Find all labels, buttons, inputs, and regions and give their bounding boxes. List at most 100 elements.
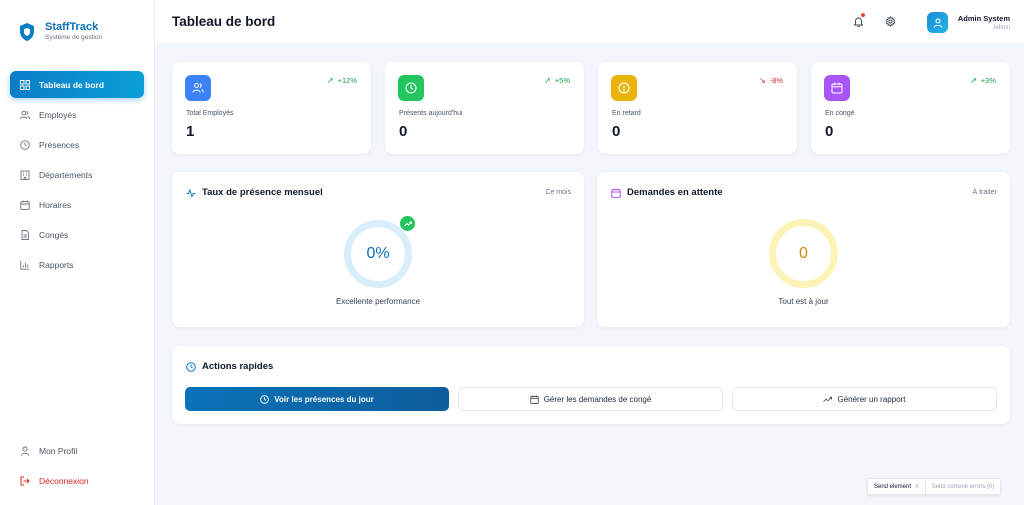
sidebar-bottom: Mon Profil Déconnexion bbox=[10, 437, 144, 497]
document-icon bbox=[21, 229, 29, 240]
sidebar-item-logout[interactable]: Déconnexion bbox=[10, 467, 144, 494]
topbar-icons bbox=[853, 13, 917, 28]
brand-subtitle: Système de gestion bbox=[45, 34, 103, 41]
alert-icon bbox=[618, 82, 630, 94]
panel-title: Demandes en attente bbox=[627, 187, 723, 198]
user-role: Admin bbox=[992, 24, 1010, 31]
bar-chart-icon bbox=[20, 260, 30, 270]
panel-period: Ce mois bbox=[545, 189, 571, 196]
panel-header: Taux de présence mensuel bbox=[186, 187, 323, 198]
trend-badge bbox=[400, 216, 415, 231]
stat-label: En congé bbox=[825, 110, 855, 117]
send-element-button[interactable]: Send element ☝ bbox=[868, 479, 926, 494]
stat-card-en-retard[interactable]: ↘ -8% En retard 0 bbox=[598, 62, 797, 154]
sidebar-item-profil[interactable]: Mon Profil bbox=[10, 437, 144, 464]
sidebar-item-label: Déconnexion bbox=[39, 475, 89, 486]
sidebar-item-horaires[interactable]: Horaires bbox=[10, 191, 144, 218]
page-title: Tableau de bord bbox=[172, 14, 276, 29]
app-root: StaffTrack Système de gestion Tableau de… bbox=[0, 0, 1024, 505]
settings-button[interactable] bbox=[885, 14, 899, 28]
send-errors-label: Send console errors (0) bbox=[931, 483, 995, 490]
stat-trend-value: +5% bbox=[554, 76, 570, 85]
sidebar-item-label: Rapports bbox=[39, 259, 74, 270]
stat-card-total-employes[interactable]: ↗ +12% Total Employés 1 bbox=[172, 62, 371, 154]
stat-card-presents[interactable]: ↗ +5% Présents aujourd'hui 0 bbox=[385, 62, 584, 154]
button-label: Gérer les demandes de congé bbox=[543, 394, 652, 404]
sidebar-item-presences[interactable]: Présences bbox=[10, 131, 144, 158]
clock-icon bbox=[405, 82, 417, 94]
calendar-icon bbox=[831, 82, 843, 94]
sidebar-nav: Tableau de bord Employés Présences Dépar… bbox=[10, 71, 144, 281]
main-content: Tableau de bord Admin System Admin ↗ +12… bbox=[155, 0, 1024, 505]
sidebar-item-rapports[interactable]: Rapports bbox=[10, 251, 144, 278]
button-label: Voir les présences du jour bbox=[274, 394, 374, 404]
notifications-button[interactable] bbox=[853, 13, 867, 28]
user-icon bbox=[20, 446, 30, 456]
stat-value: 0 bbox=[612, 123, 621, 140]
panel-title: Taux de présence mensuel bbox=[202, 187, 323, 198]
calendar-icon bbox=[530, 394, 539, 404]
attendance-value: 0% bbox=[366, 245, 390, 262]
stat-trend-value: +12% bbox=[337, 76, 357, 85]
quick-actions-panel: Actions rapides bbox=[172, 346, 1010, 424]
sidebar-item-departements[interactable]: Départements bbox=[10, 161, 144, 188]
send-console-errors-button[interactable]: Send console errors (0) bbox=[926, 479, 1001, 494]
users-icon bbox=[20, 110, 30, 119]
requests-value: 0 bbox=[799, 244, 808, 262]
clock-icon bbox=[20, 139, 30, 150]
panel-meta: À traiter bbox=[972, 189, 997, 196]
view-attendance-button[interactable]: Voir les présences du jour bbox=[185, 387, 449, 411]
generate-report-button[interactable]: Générer un rapport bbox=[732, 387, 997, 411]
sidebar-item-label: Présences bbox=[39, 139, 80, 150]
requests-panel: Demandes en attente À traiter 0 Tout est… bbox=[597, 172, 1010, 327]
stat-trend-value: -8% bbox=[769, 76, 783, 85]
user-icon bbox=[933, 18, 942, 28]
panel-header: Demandes en attente bbox=[611, 187, 723, 198]
dashboard-icon bbox=[20, 79, 30, 90]
sidebar-item-label: Horaires bbox=[39, 199, 72, 210]
sidebar-item-conges[interactable]: Congés bbox=[10, 221, 144, 248]
stat-label: Présents aujourd'hui bbox=[399, 110, 463, 117]
trend-up-icon: ↗ bbox=[544, 76, 551, 85]
user-name: Admin System bbox=[957, 13, 1010, 23]
attendance-panel: Taux de présence mensuel Ce mois 0% Exce… bbox=[172, 172, 584, 327]
clock-icon bbox=[260, 394, 270, 404]
stat-icon-bg bbox=[398, 75, 424, 101]
stat-label: En retard bbox=[612, 110, 641, 117]
dev-toolbar: Send element ☝ Send console errors (0) bbox=[867, 478, 1002, 495]
building-icon bbox=[20, 170, 30, 180]
pointer-icon: ☝ bbox=[915, 484, 919, 490]
stat-value: 0 bbox=[825, 123, 834, 140]
panel-header: Actions rapides bbox=[186, 361, 273, 372]
requests-ring: 0 bbox=[769, 219, 838, 288]
stat-trend: ↘ -8% bbox=[759, 76, 783, 85]
calendar-icon bbox=[611, 188, 621, 198]
activity-icon bbox=[186, 188, 196, 198]
panel-title: Actions rapides bbox=[202, 361, 274, 372]
send-element-label: Send element bbox=[874, 483, 912, 490]
stat-value: 1 bbox=[186, 123, 195, 140]
button-label: Générer un rapport bbox=[837, 394, 906, 404]
sidebar-item-label: Tableau de bord bbox=[39, 79, 105, 90]
stat-value: 0 bbox=[399, 123, 408, 140]
stat-label: Total Employés bbox=[186, 110, 234, 117]
gear-icon bbox=[885, 15, 896, 28]
brand[interactable]: StaffTrack Système de gestion bbox=[0, 0, 154, 48]
stat-trend: ↗ +5% bbox=[544, 76, 570, 85]
manage-leave-button[interactable]: Gérer les demandes de congé bbox=[458, 387, 723, 411]
sidebar: StaffTrack Système de gestion Tableau de… bbox=[0, 0, 155, 505]
users-icon bbox=[192, 83, 204, 93]
stat-card-en-conge[interactable]: ↗ +3% En congé 0 bbox=[811, 62, 1010, 154]
stat-trend: ↗ +12% bbox=[327, 76, 357, 85]
calendar-icon bbox=[20, 200, 30, 210]
avatar bbox=[927, 12, 948, 33]
sidebar-item-dashboard[interactable]: Tableau de bord bbox=[10, 71, 144, 98]
requests-caption: Tout est à jour bbox=[778, 297, 829, 306]
sidebar-item-employes[interactable]: Employés bbox=[10, 101, 144, 128]
logout-icon bbox=[20, 476, 30, 485]
clock-icon bbox=[186, 361, 196, 372]
user-menu[interactable]: Admin System Admin bbox=[927, 12, 1010, 33]
trending-up-icon bbox=[403, 221, 412, 226]
sidebar-item-label: Employés bbox=[39, 109, 77, 120]
stat-icon-bg bbox=[824, 75, 850, 101]
